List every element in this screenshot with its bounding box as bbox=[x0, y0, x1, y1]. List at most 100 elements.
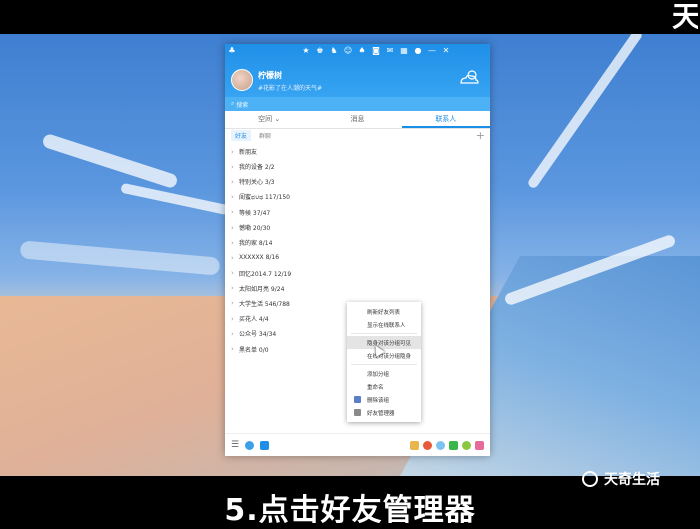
mail-icon[interactable]: ✉ bbox=[383, 44, 397, 58]
friend-group-label: 特别关心 3/3 bbox=[239, 179, 275, 187]
chevron-right-icon: › bbox=[231, 147, 234, 156]
menu-item-label: 好友管理器 bbox=[367, 410, 395, 417]
chevron-right-icon: › bbox=[231, 253, 234, 262]
watermark-glyph: 天 bbox=[672, 0, 698, 33]
video-top-bar: 天 bbox=[0, 0, 700, 34]
camera-icon[interactable]: ◙ bbox=[369, 44, 383, 58]
brand-name: 天奇生活 bbox=[604, 472, 660, 488]
friend-group[interactable]: › 我的设备 2/2 bbox=[225, 159, 490, 174]
delete-icon bbox=[354, 396, 361, 403]
menu-item-label: 刷新好友列表 bbox=[367, 309, 401, 316]
play-icon[interactable] bbox=[449, 440, 458, 450]
menu-item[interactable]: 重命名 bbox=[347, 380, 421, 393]
friend-group-label: 公众号 34/34 bbox=[239, 331, 277, 339]
nickname[interactable]: 柠檬树 bbox=[258, 70, 282, 81]
wallpaper-cloud bbox=[120, 182, 230, 216]
menu-item[interactable]: 删除该组 bbox=[347, 393, 421, 406]
menu-item[interactable]: 显示在线联系人 bbox=[347, 318, 421, 331]
weather-icon[interactable] bbox=[458, 68, 480, 86]
friend-group[interactable]: › 闺蜜ಥ∪ಥ 117/150 bbox=[225, 190, 490, 205]
qq-header: ♣ ★ ♚ ♞ ☺ ♠ ◙ ✉ ▦ ● — ✕ 柠檬树 #花影了在人潮的天气# bbox=[225, 44, 490, 97]
subtab-friends[interactable]: 好友 bbox=[231, 130, 252, 141]
signature[interactable]: #花影了在人潮的天气# bbox=[258, 83, 322, 92]
friend-group-label: 我的家 8/14 bbox=[239, 240, 273, 248]
pet-icon[interactable]: ☺ bbox=[341, 44, 355, 58]
chevron-down-icon: ⌄ bbox=[274, 115, 281, 123]
contact-subtabs: 好友 群聊 + bbox=[225, 129, 490, 142]
menu-item-label: 显示在线联系人 bbox=[367, 322, 406, 329]
menu-item[interactable]: 刷新好友列表 bbox=[347, 305, 421, 318]
qq-footer: ☰ bbox=[225, 433, 490, 456]
add-friend-icon[interactable] bbox=[245, 440, 255, 450]
menu-separator bbox=[351, 364, 417, 365]
qq-toolbar: ♣ ★ ♚ ♞ ☺ ♠ ◙ ✉ ▦ ● — ✕ bbox=[225, 44, 490, 58]
friend-group[interactable]: › 新朋友 bbox=[225, 144, 490, 159]
app-icon[interactable] bbox=[410, 440, 419, 450]
friend-group[interactable]: › 我的家 8/14 bbox=[225, 235, 490, 250]
chevron-right-icon: › bbox=[231, 223, 234, 232]
menu-item-label: 添加分组 bbox=[367, 371, 390, 378]
friend-group-label: 新朋友 bbox=[239, 149, 258, 157]
alert-icon[interactable]: ● bbox=[411, 44, 425, 58]
wallpaper-cloud bbox=[19, 240, 221, 276]
tab-contacts[interactable]: 联系人 bbox=[401, 111, 490, 128]
skin-icon[interactable]: ♚ bbox=[313, 44, 327, 58]
star-icon[interactable]: ★ bbox=[299, 44, 313, 58]
app-manager-icon[interactable] bbox=[475, 440, 484, 450]
chevron-right-icon: › bbox=[231, 345, 234, 354]
close-icon[interactable]: ✕ bbox=[439, 44, 453, 58]
friend-group-label: 憾嘞 20/30 bbox=[239, 225, 271, 233]
menu-item[interactable]: 添加分组 bbox=[347, 367, 421, 380]
video-caption: 5.点击好友管理器 bbox=[224, 493, 476, 528]
menu-separator bbox=[351, 333, 417, 334]
chevron-right-icon: › bbox=[231, 208, 234, 217]
chevron-right-icon: › bbox=[231, 329, 234, 338]
friend-group[interactable]: › 特别关心 3/3 bbox=[225, 174, 490, 189]
subtab-groups[interactable]: 群聊 bbox=[255, 130, 275, 141]
friend-group[interactable]: › 回忆2014.7 12/19 bbox=[225, 266, 490, 281]
context-menu: 刷新好友列表 显示在线联系人 隐身对该分组可见 在线对该分组隐身 添加分组 重命名 删除该组… bbox=[347, 302, 421, 422]
chevron-right-icon: › bbox=[231, 177, 234, 186]
search-bar[interactable]: ⌕ 搜索 bbox=[225, 97, 490, 111]
game-icon[interactable]: ♠ bbox=[355, 44, 369, 58]
cloud-icon[interactable] bbox=[436, 440, 445, 450]
friend-group-label: 我的设备 2/2 bbox=[239, 164, 275, 172]
tab-space[interactable]: 空间 ⌄ bbox=[225, 111, 313, 128]
brand-logo-icon bbox=[582, 471, 598, 487]
help-icon[interactable] bbox=[260, 440, 270, 450]
app-icon[interactable] bbox=[462, 440, 471, 450]
main-menu-icon[interactable]: ☰ bbox=[231, 440, 239, 450]
friend-group-label: XXXXXX 8/16 bbox=[239, 254, 280, 262]
friend-group-label: 大学生活 546/788 bbox=[239, 300, 290, 308]
grid-icon[interactable]: ▦ bbox=[397, 44, 411, 58]
chevron-right-icon: › bbox=[231, 299, 234, 308]
app-icon[interactable] bbox=[423, 440, 432, 450]
menu-item-label: 删除该组 bbox=[367, 397, 390, 404]
friend-group-label: 买花人 4/4 bbox=[239, 316, 269, 324]
friend-group[interactable]: › XXXXXX 8/16 bbox=[225, 250, 490, 265]
menu-item-label: 重命名 bbox=[367, 384, 384, 391]
search-placeholder: 搜索 bbox=[236, 101, 249, 109]
chevron-right-icon: › bbox=[231, 238, 234, 247]
friend-group[interactable]: › 太阳如月亮 9/24 bbox=[225, 281, 490, 296]
chevron-right-icon: › bbox=[231, 162, 234, 171]
tab-messages[interactable]: 消息 bbox=[313, 111, 401, 128]
dragon-icon[interactable]: ♞ bbox=[327, 44, 341, 58]
avatar[interactable] bbox=[231, 69, 253, 91]
menu-item[interactable]: 好友管理器 bbox=[347, 406, 421, 419]
chevron-right-icon: › bbox=[231, 193, 234, 202]
friend-group[interactable]: › 憾嘞 20/30 bbox=[225, 220, 490, 235]
friend-manager-icon bbox=[354, 409, 361, 416]
menu-item[interactable]: 隐身对该分组可见 bbox=[347, 336, 421, 349]
friend-group-label: 回忆2014.7 12/19 bbox=[239, 270, 292, 278]
friend-group-label: 闺蜜ಥ∪ಥ 117/150 bbox=[239, 194, 290, 202]
wallpaper-cloud bbox=[41, 132, 179, 190]
main-tabs: 空间 ⌄ 消息 联系人 bbox=[225, 111, 490, 129]
qq-logo-icon[interactable]: ♣ bbox=[225, 44, 239, 58]
minimize-icon[interactable]: — bbox=[425, 44, 439, 58]
friend-group-label: 等候 37/47 bbox=[239, 209, 271, 217]
friend-group-label: 太阳如月亮 9/24 bbox=[239, 285, 285, 293]
brand-watermark: 天奇生活 bbox=[582, 469, 660, 489]
friend-group[interactable]: › 等候 37/47 bbox=[225, 205, 490, 220]
add-icon[interactable]: + bbox=[476, 129, 485, 142]
